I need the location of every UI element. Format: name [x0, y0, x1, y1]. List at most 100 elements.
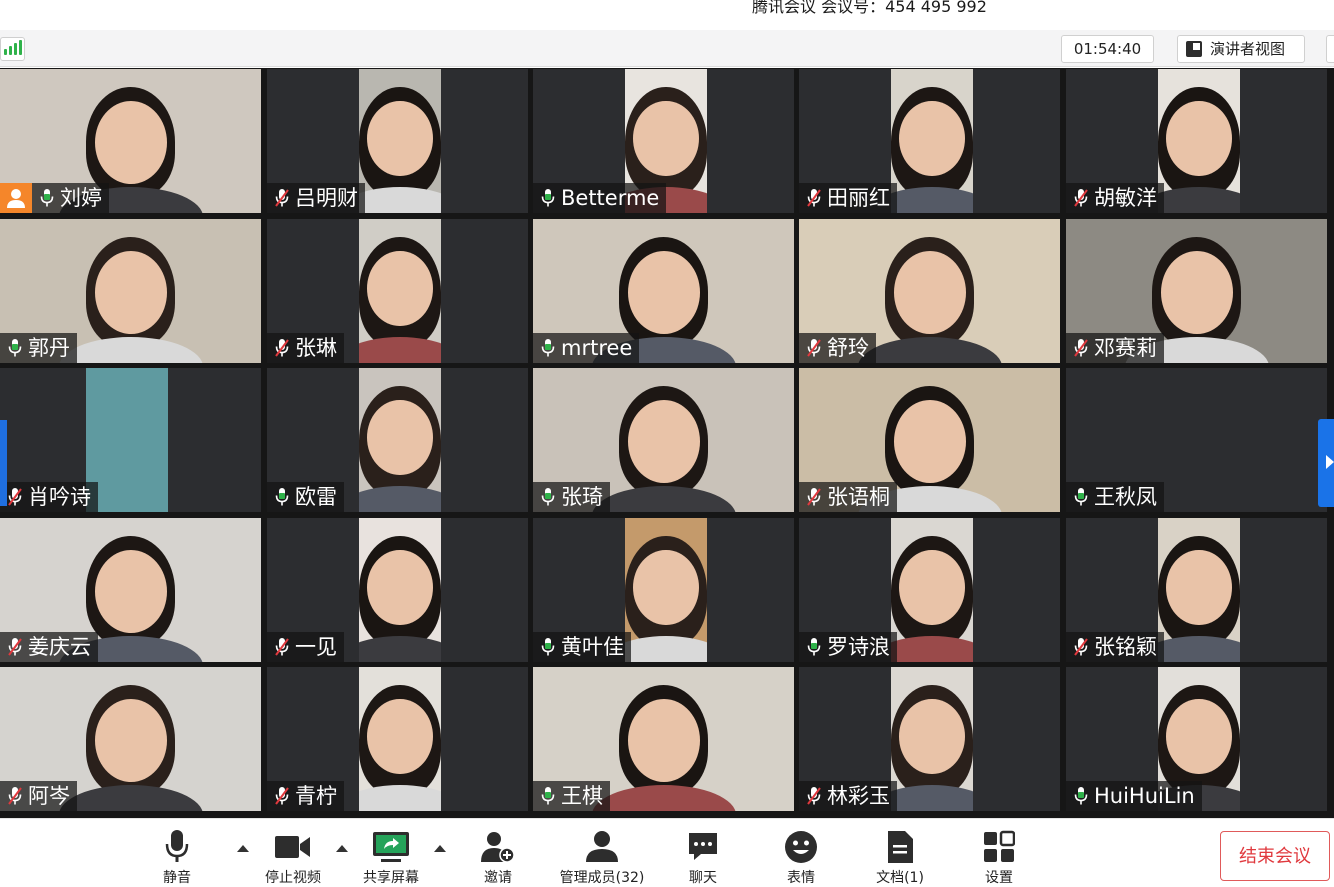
participant-video-tile[interactable]: 张铭颖	[1066, 518, 1327, 662]
participant-video-feed	[1158, 518, 1240, 662]
network-signal-icon[interactable]	[0, 37, 25, 61]
participant-video-tile[interactable]: 王棋	[533, 667, 794, 811]
participant-name-tag: 王秋凤	[1066, 482, 1164, 512]
participant-name: 王秋凤	[1094, 485, 1157, 509]
participant-name-tag: 欧雷	[267, 482, 344, 512]
speaker-view-button[interactable]: 演讲者视图	[1177, 35, 1305, 63]
mute-label: 静音	[163, 870, 191, 886]
participant-video-tile[interactable]: 罗诗浪	[799, 518, 1060, 662]
manage-members-label: 管理成员(32)	[559, 870, 645, 886]
participant-video-tile[interactable]: 郭丹	[0, 219, 261, 363]
participant-name-tag: 肖吟诗	[0, 482, 98, 512]
stop-video-button[interactable]: 停止视频	[243, 830, 343, 887]
participant-name: 肖吟诗	[28, 485, 91, 509]
participant-name-tag: 一见	[267, 632, 344, 662]
speaker-view-label: 演讲者视图	[1210, 40, 1286, 58]
fullscreen-button[interactable]	[1326, 35, 1334, 63]
participant-name: HuiHuiLin	[1094, 784, 1195, 808]
participant-name-tag: 张琳	[267, 333, 344, 363]
participant-video-tile[interactable]: 舒玲	[799, 219, 1060, 363]
participant-name: 青柠	[295, 784, 337, 808]
participant-video-tile[interactable]: 胡敏洋	[1066, 69, 1327, 213]
participant-video-tile[interactable]: 欧雷	[267, 368, 528, 512]
participant-name: 张琳	[295, 336, 337, 360]
microphone-muted-icon	[807, 787, 821, 805]
share-options-chevron-up-icon[interactable]	[434, 845, 446, 852]
microphone-muted-icon	[8, 638, 22, 656]
end-meeting-button[interactable]: 结束会议	[1220, 831, 1330, 881]
participant-name: 张语桐	[827, 485, 890, 509]
participant-video-tile[interactable]: 张琳	[267, 219, 528, 363]
invite-button[interactable]: 邀请	[448, 830, 548, 887]
participant-name-tag: 舒玲	[799, 333, 876, 363]
window-title-bar: 腾讯会议 会议号：454 495 992	[0, 0, 1334, 30]
participant-name: 王棋	[561, 784, 603, 808]
participant-name-tag: 王棋	[533, 781, 610, 811]
chat-label: 聊天	[689, 870, 717, 886]
microphone-icon	[807, 638, 821, 656]
participant-video-tile[interactable]: 邓赛莉	[1066, 219, 1327, 363]
participant-video-tile[interactable]: 一见	[267, 518, 528, 662]
participant-name: 田丽红	[827, 186, 890, 210]
microphone-icon	[541, 488, 555, 506]
next-page-button[interactable]	[1318, 419, 1334, 507]
participant-video-tile[interactable]: 青柠	[267, 667, 528, 811]
smiley-face-icon	[785, 831, 817, 863]
participant-video-tile[interactable]: 刘婷	[0, 69, 261, 213]
participant-video-feed	[359, 69, 441, 213]
reactions-label: 表情	[787, 870, 815, 886]
participant-name: mrtree	[561, 336, 633, 360]
participant-name: 罗诗浪	[827, 635, 890, 659]
microphone-muted-icon	[807, 488, 821, 506]
microphone-icon	[40, 189, 54, 207]
participant-video-tile[interactable]: 吕明财	[267, 69, 528, 213]
microphone-muted-icon	[1074, 638, 1088, 656]
participant-video-tile[interactable]: 王秋凤	[1066, 368, 1327, 512]
participant-video-tile[interactable]: 林彩玉	[799, 667, 1060, 811]
share-screen-button[interactable]: 共享屏幕	[341, 830, 441, 887]
participant-video-tile[interactable]: Betterme	[533, 69, 794, 213]
documents-button[interactable]: 文档(1)	[850, 830, 950, 887]
participant-video-tile[interactable]: 黄叶佳	[533, 518, 794, 662]
chat-bubble-icon	[689, 833, 717, 860]
reactions-button[interactable]: 表情	[751, 830, 851, 887]
participant-video-tile[interactable]: 田丽红	[799, 69, 1060, 213]
participant-video-tile[interactable]: HuiHuiLin	[1066, 667, 1327, 811]
microphone-muted-icon	[275, 638, 289, 656]
participant-video-tile[interactable]: 张琦	[533, 368, 794, 512]
settings-button[interactable]: 设置	[949, 830, 1049, 887]
stop-video-label: 停止视频	[265, 870, 321, 886]
participant-name-tag: 黄叶佳	[533, 632, 631, 662]
participant-video-feed	[359, 667, 441, 811]
mute-button[interactable]: 静音	[127, 830, 227, 887]
chat-button[interactable]: 聊天	[653, 830, 753, 887]
participant-name: 刘婷	[60, 186, 102, 210]
participant-name-tag: 田丽红	[799, 183, 897, 213]
participant-name-tag: 郭丹	[0, 333, 77, 363]
microphone-icon	[1074, 488, 1088, 506]
meeting-timer: 01:54:40	[1061, 35, 1154, 63]
participant-video-tile[interactable]: 姜庆云	[0, 518, 261, 662]
previous-page-button[interactable]	[0, 420, 7, 506]
participant-name: 胡敏洋	[1094, 186, 1157, 210]
participant-video-tile[interactable]: mrtree	[533, 219, 794, 363]
participant-name-tag: HuiHuiLin	[1066, 781, 1202, 811]
participant-name: 邓赛莉	[1094, 336, 1157, 360]
participant-video-feed	[891, 69, 973, 213]
microphone-muted-icon	[275, 339, 289, 357]
manage-members-button[interactable]: 管理成员(32)	[552, 830, 652, 887]
participant-name: 吕明财	[295, 186, 358, 210]
microphone-icon	[541, 339, 555, 357]
participant-video-tile[interactable]: 张语桐	[799, 368, 1060, 512]
participant-name-tag: 吕明财	[267, 183, 365, 213]
participant-video-tile[interactable]: 阿岑	[0, 667, 261, 811]
participant-name-tag: 胡敏洋	[1066, 183, 1164, 213]
video-camera-icon	[275, 836, 310, 858]
share-screen-icon	[373, 832, 409, 862]
grid-settings-icon	[984, 830, 1015, 862]
participant-video-tile[interactable]: 肖吟诗	[0, 368, 261, 512]
participant-name-tag: mrtree	[533, 333, 640, 363]
participant-name-tag: 林彩玉	[799, 781, 897, 811]
participant-name-tag: 阿岑	[0, 781, 77, 811]
microphone-icon	[541, 787, 555, 805]
